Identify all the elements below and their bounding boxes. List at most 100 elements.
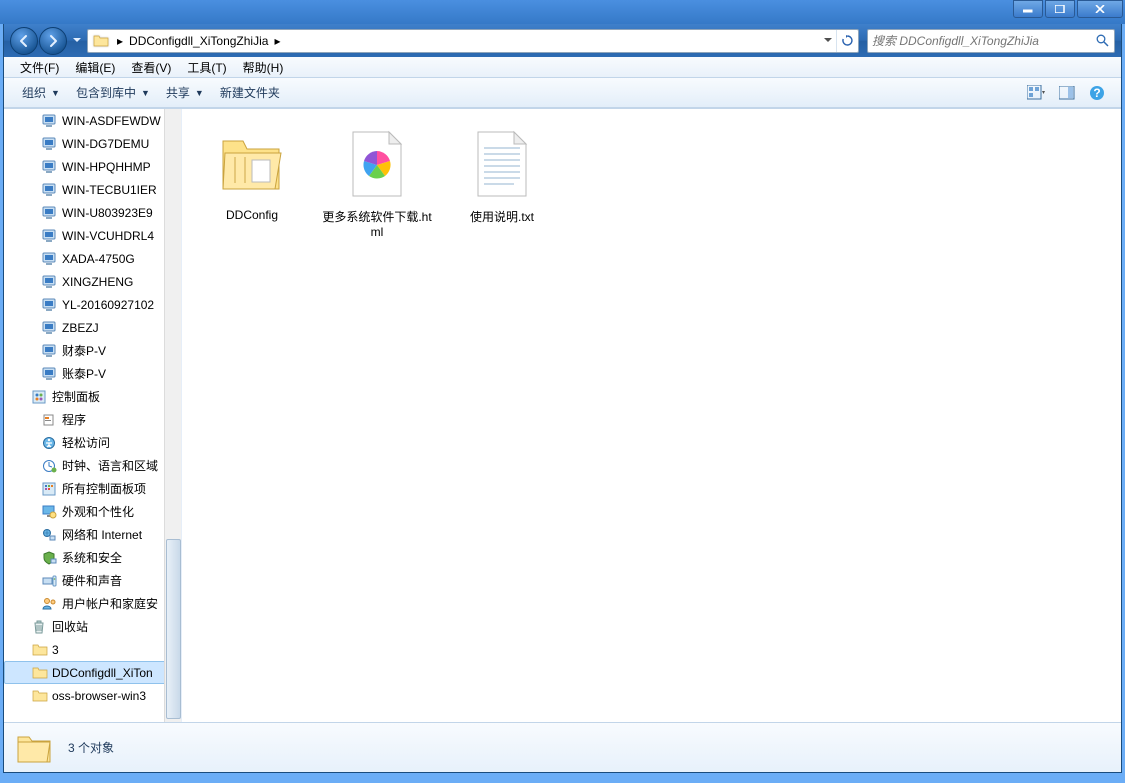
file-item[interactable]: 更多系统软件下载.html	[317, 119, 437, 245]
tree-item[interactable]: WIN-VCUHDRL4	[4, 224, 181, 247]
security-icon	[42, 550, 58, 566]
window-frame: ▸ DDConfigdll_XiTongZhiJia ▸ 文件(F) 编辑(E)…	[0, 0, 1125, 783]
tree-item[interactable]: 财泰P-V	[4, 339, 181, 362]
address-dropdown[interactable]	[818, 30, 836, 52]
new-folder-button[interactable]: 新建文件夹	[212, 81, 288, 105]
tree-item-label: 轻松访问	[62, 434, 110, 451]
tree-item[interactable]: 程序	[4, 408, 181, 431]
tree-item-label: WIN-TECBU1IER	[62, 183, 157, 197]
organize-button[interactable]: 组织▼	[14, 81, 68, 105]
folder-icon	[32, 688, 48, 704]
svg-text:?: ?	[1093, 86, 1100, 100]
tree-item[interactable]: 控制面板	[4, 385, 181, 408]
pc-icon	[42, 113, 58, 129]
scrollbar-thumb[interactable]	[166, 539, 181, 719]
pc-icon	[42, 343, 58, 359]
include-library-button[interactable]: 包含到库中▼	[68, 81, 158, 105]
search-input[interactable]	[872, 34, 1094, 48]
close-button[interactable]	[1077, 0, 1123, 18]
hardware-icon	[42, 573, 58, 589]
tree-item[interactable]: 账泰P-V	[4, 362, 181, 385]
tree-item[interactable]: ZBEZJ	[4, 316, 181, 339]
status-count: 3 个对象	[68, 739, 114, 756]
tree-item-label: 用户帐户和家庭安	[62, 595, 158, 612]
help-button[interactable]: ?	[1083, 81, 1111, 105]
tree-item[interactable]: 时钟、语言和区域	[4, 454, 181, 477]
pc-icon	[42, 205, 58, 221]
tree-item-label: 回收站	[52, 618, 88, 635]
tree-item[interactable]: 硬件和声音	[4, 569, 181, 592]
tree-item[interactable]: WIN-ASDFEWDW	[4, 109, 181, 132]
file-item[interactable]: 使用说明.txt	[442, 119, 562, 231]
share-button[interactable]: 共享▼	[158, 81, 212, 105]
tree-item-label: DDConfigdll_XiTon	[52, 666, 153, 680]
file-pane[interactable]: DDConfig 更多系统软件下载.html 使用说明.txt	[182, 109, 1121, 722]
tree-item[interactable]: 系统和安全	[4, 546, 181, 569]
tree-item-label: 网络和 Internet	[62, 526, 142, 543]
tree-item[interactable]: 3	[4, 638, 181, 661]
breadcrumb-sep1[interactable]: ▸	[271, 34, 283, 48]
forward-button[interactable]	[39, 27, 67, 55]
folder-icon	[212, 125, 292, 205]
tree-item-label: 财泰P-V	[62, 342, 106, 359]
tree-item[interactable]: 网络和 Internet	[4, 523, 181, 546]
minimize-button[interactable]	[1013, 0, 1043, 18]
folder-icon	[91, 32, 111, 50]
tree-item[interactable]: WIN-HPQHHMP	[4, 155, 181, 178]
preview-pane-button[interactable]	[1053, 81, 1081, 105]
programs-icon	[42, 412, 58, 428]
history-dropdown[interactable]	[71, 32, 83, 50]
pc-icon	[42, 274, 58, 290]
back-button[interactable]	[10, 27, 38, 55]
tree-item[interactable]: 所有控制面板项	[4, 477, 181, 500]
file-label: DDConfig	[226, 208, 278, 222]
address-bar[interactable]: ▸ DDConfigdll_XiTongZhiJia ▸	[87, 29, 859, 53]
tree-item-label: WIN-VCUHDRL4	[62, 229, 154, 243]
tree-item-label: 账泰P-V	[62, 365, 106, 382]
menu-edit[interactable]: 编辑(E)	[67, 58, 123, 77]
tree-item[interactable]: 回收站	[4, 615, 181, 638]
file-label: 更多系统软件下载.html	[322, 208, 432, 239]
tree-item[interactable]: XINGZHENG	[4, 270, 181, 293]
tree-item-label: 外观和个性化	[62, 503, 134, 520]
menu-view[interactable]: 查看(V)	[123, 58, 179, 77]
tree-item[interactable]: YL-20160927102	[4, 293, 181, 316]
breadcrumb-current[interactable]: DDConfigdll_XiTongZhiJia	[126, 30, 271, 52]
tree-item-label: WIN-U803923E9	[62, 206, 153, 220]
tree-item[interactable]: WIN-U803923E9	[4, 201, 181, 224]
tree-item[interactable]: oss-browser-win3	[4, 684, 181, 707]
maximize-button[interactable]	[1045, 0, 1075, 18]
txt-icon	[462, 125, 542, 205]
tree-item[interactable]: 外观和个性化	[4, 500, 181, 523]
view-mode-button[interactable]	[1023, 81, 1051, 105]
tree-item-label: 3	[52, 643, 59, 657]
ease-icon	[42, 435, 58, 451]
title-bar[interactable]	[0, 0, 1125, 24]
tree-item[interactable]: 轻松访问	[4, 431, 181, 454]
tree-item[interactable]: 用户帐户和家庭安	[4, 592, 181, 615]
search-box[interactable]	[867, 29, 1115, 53]
menu-tools[interactable]: 工具(T)	[179, 58, 234, 77]
search-icon[interactable]	[1094, 33, 1110, 49]
file-item[interactable]: DDConfig	[192, 119, 312, 228]
refresh-button[interactable]	[836, 30, 858, 52]
command-bar: 组织▼ 包含到库中▼ 共享▼ 新建文件夹 ?	[4, 78, 1121, 108]
status-bar: 3 个对象	[4, 722, 1121, 772]
tree-item-label: 控制面板	[52, 388, 100, 405]
cpanel-icon	[32, 389, 48, 405]
tree-scrollbar[interactable]	[164, 109, 181, 722]
pc-icon	[42, 159, 58, 175]
nav-bar: ▸ DDConfigdll_XiTongZhiJia ▸	[4, 24, 1121, 57]
tree-item-label: XADA-4750G	[62, 252, 135, 266]
menu-help[interactable]: 帮助(H)	[235, 58, 292, 77]
navigation-tree[interactable]: WIN-ASDFEWDWWIN-DG7DEMUWIN-HPQHHMP WIN-TE…	[4, 109, 182, 722]
menu-file[interactable]: 文件(F)	[12, 58, 67, 77]
breadcrumb-sep0[interactable]: ▸	[114, 34, 126, 48]
pc-icon	[42, 297, 58, 313]
tree-item[interactable]: WIN-DG7DEMU	[4, 132, 181, 155]
tree-item[interactable]: XADA-4750G	[4, 247, 181, 270]
appearance-icon	[42, 504, 58, 520]
pc-icon	[42, 366, 58, 382]
tree-item[interactable]: WIN-TECBU1IER	[4, 178, 181, 201]
tree-item[interactable]: DDConfigdll_XiTon	[4, 661, 181, 684]
